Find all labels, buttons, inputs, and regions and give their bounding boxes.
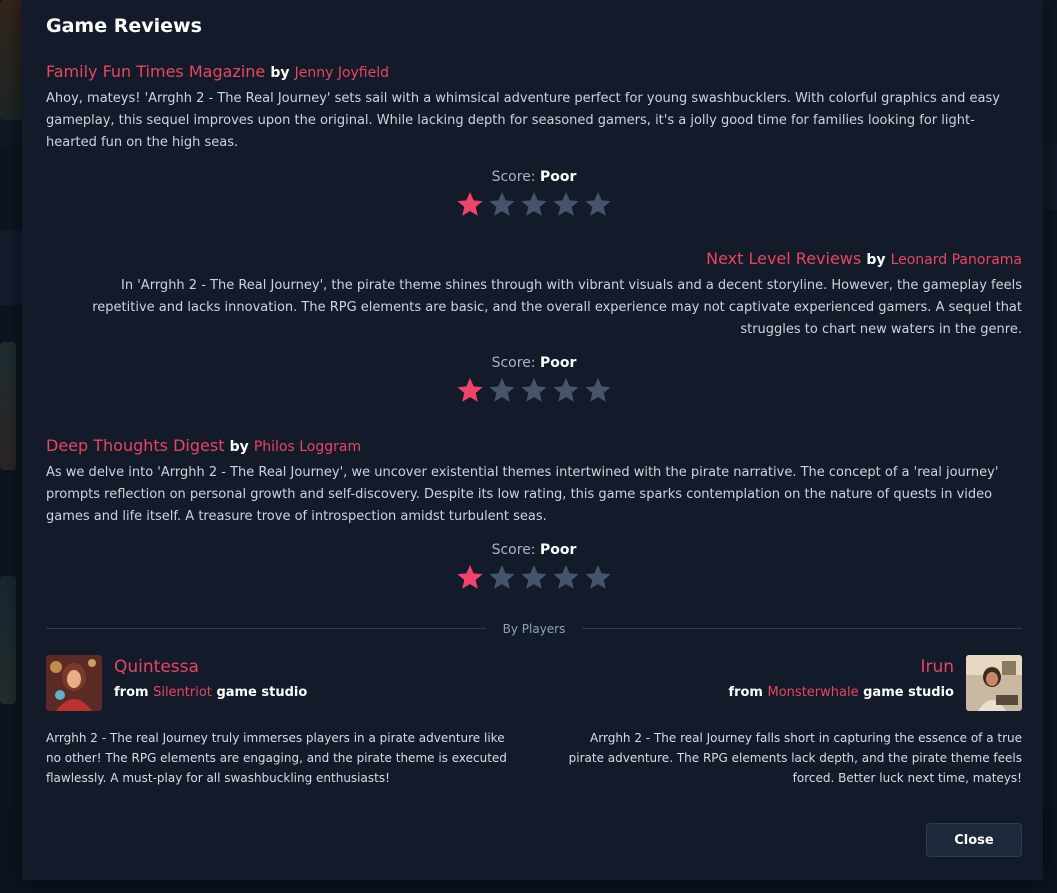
player-studio: Silentriot [153,685,212,700]
score-block: Score: Poor [46,541,1022,597]
review-header: Family Fun Times Magazine by Jenny Joyfi… [46,61,1022,84]
star-rating [455,376,613,406]
review-text: Ahoy, mateys! 'Arrghh 2 - The Real Journ… [46,91,1000,150]
players-section-label: By Players [486,620,582,638]
score-label: Score: [491,542,536,558]
review-author: Philos Loggram [253,439,362,455]
star-empty-icon [553,565,579,589]
score-line: Score: Poor [46,168,1022,186]
critic-review: Family Fun Times Magazine by Jenny Joyfi… [46,61,1022,154]
star-empty-icon [521,565,547,589]
star-empty-icon [489,378,515,402]
review-author: Jenny Joyfield [294,65,390,81]
player-review: Quintessa from Silentriot game studio Ar… [46,655,516,785]
score-label: Score: [491,355,536,371]
player-review-text: Arrghh 2 - The real Journey truly immers… [46,731,507,785]
review-by: by [229,439,249,455]
modal-title: Game Reviews [46,15,202,37]
star-empty-icon [553,378,579,402]
player-review-text: Arrghh 2 - The real Journey falls short … [568,731,1022,785]
star-rating [455,190,613,220]
avatar-image [966,655,1022,711]
review-by: by [866,252,886,268]
review-text: As we delve into 'Arrghh 2 - The Real Jo… [46,465,999,524]
critic-review: Next Level Reviews by Leonard Panorama I… [46,248,1022,341]
player-studio: Monsterwhale [767,685,859,700]
star-empty-icon [489,565,515,589]
score-block: Score: Poor [46,354,1022,410]
player-name: Irun [920,657,954,677]
player-header: Quintessa from Silentriot game studio [46,655,516,713]
avatar [46,655,102,711]
critic-review: Deep Thoughts Digest by Philos Loggram A… [46,435,1022,528]
score-line: Score: Poor [46,541,1022,559]
review-header: Deep Thoughts Digest by Philos Loggram [46,435,1022,458]
star-empty-icon [585,378,611,402]
player-studio-line: from Silentriot game studio [114,685,307,700]
score-label: Score: [491,169,536,185]
star-empty-icon [553,192,579,216]
player-studio-suffix: game studio [216,685,308,700]
player-from-label: from [114,685,149,700]
player-header: Irun from Monsterwhale game studio [552,655,1022,713]
star-empty-icon [521,378,547,402]
star-rating [455,563,613,593]
review-author: Leonard Panorama [890,252,1022,268]
score-value: Poor [539,355,577,371]
review-header: Next Level Reviews by Leonard Panorama [46,248,1022,271]
star-empty-icon [585,565,611,589]
player-name: Quintessa [114,657,199,677]
star-empty-icon [585,192,611,216]
star-filled-icon [457,378,483,402]
score-value: Poor [539,542,577,558]
review-outlet: Next Level Reviews [706,249,862,268]
player-studio-line: from Monsterwhale game studio [728,685,954,700]
review-outlet: Family Fun Times Magazine [46,62,266,81]
game-reviews-modal: Game Reviews Family Fun Times Magazine b… [22,0,1043,880]
review-text: In 'Arrghh 2 - The Real Journey', the pi… [92,278,1022,337]
star-empty-icon [521,192,547,216]
score-block: Score: Poor [46,168,1022,224]
score-value: Poor [539,169,577,185]
star-filled-icon [457,192,483,216]
score-line: Score: Poor [46,354,1022,372]
close-button[interactable]: Close [926,823,1022,857]
player-studio-suffix: game studio [863,685,954,700]
avatar-image [46,655,102,711]
avatar [966,655,1022,711]
star-empty-icon [489,192,515,216]
star-filled-icon [457,565,483,589]
player-review: Irun from Monsterwhale game studio Arrgh… [552,655,1022,785]
review-by: by [270,65,290,81]
player-from-label: from [728,685,763,700]
review-outlet: Deep Thoughts Digest [46,436,225,455]
